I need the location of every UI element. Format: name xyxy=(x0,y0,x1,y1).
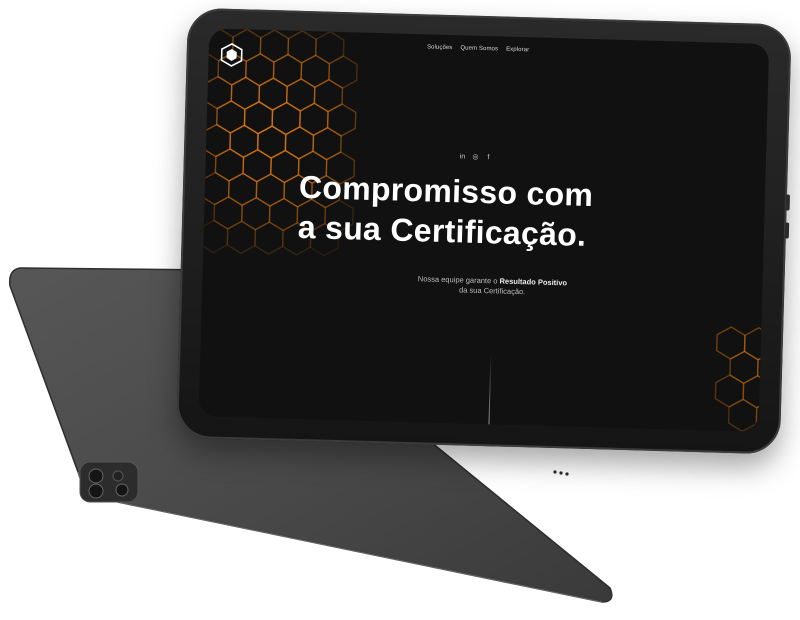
subtitle-part-2: da sua Certificação. xyxy=(458,285,526,297)
hexagon-cell xyxy=(271,101,301,136)
hexagon-cell xyxy=(299,102,329,137)
hexagon-cell xyxy=(312,126,342,161)
instagram-icon[interactable]: ◎ xyxy=(472,154,479,161)
hexagon-cell xyxy=(241,196,271,231)
subtitle-bold: Resultado Positivo xyxy=(499,276,568,288)
hexagon-cell xyxy=(284,126,315,160)
hexagon-cell xyxy=(300,54,331,89)
hexagon-cell xyxy=(255,173,286,207)
hexagon-cell xyxy=(214,148,245,182)
hexagon-cell xyxy=(229,124,259,159)
hexagon-cell xyxy=(326,103,357,137)
hexagon-cell xyxy=(270,149,300,184)
hexagon-cell xyxy=(287,30,317,64)
hexagon-cell xyxy=(258,77,288,111)
facebook-icon[interactable]: f xyxy=(485,154,492,161)
hexagon-cell xyxy=(716,326,746,360)
nav-item-solucoes[interactable]: Soluções xyxy=(427,44,453,51)
hexagon-cell xyxy=(272,53,303,88)
hexagon-cell xyxy=(256,125,287,159)
hexagon-cell xyxy=(729,350,759,385)
logo-icon[interactable] xyxy=(220,43,243,68)
scene: Soluções Quem Somos Explorar in ◎ f Comp… xyxy=(0,0,800,620)
hexagon-cell xyxy=(714,374,745,408)
hexagon-cell xyxy=(328,55,358,89)
hexagon-cell xyxy=(226,220,257,255)
hexagon-cell xyxy=(230,76,261,111)
side-buttons xyxy=(784,194,790,250)
hexagon-cell xyxy=(213,196,243,230)
camera-module xyxy=(79,461,139,503)
hexagon-cell xyxy=(243,100,274,135)
nav-item-explorar[interactable]: Explorar xyxy=(506,47,529,54)
hexagon-cell xyxy=(245,52,275,87)
hexagon-cell xyxy=(254,221,284,255)
nav-item-quem-somos[interactable]: Quem Somos xyxy=(460,45,498,52)
hexagon-cell xyxy=(201,123,232,158)
hexagon-cell xyxy=(285,78,316,112)
subtitle-part-1: Nossa equipe garante o xyxy=(417,274,500,286)
hexagon-cell xyxy=(227,172,258,207)
hexagon-cell xyxy=(314,30,345,65)
hexagon-cell xyxy=(259,29,290,63)
hexagon-cell xyxy=(200,171,230,206)
hexagon-cell xyxy=(202,75,233,110)
hexagon-cell xyxy=(242,148,272,183)
hexagon-cell xyxy=(216,100,246,134)
hexagon-cell xyxy=(313,78,344,113)
linkedin-icon[interactable]: in xyxy=(459,153,466,160)
tablet-screen: Soluções Quem Somos Explorar in ◎ f Comp… xyxy=(198,28,770,432)
social-links: in ◎ f xyxy=(459,153,492,161)
hexagon-cell xyxy=(198,219,229,254)
hexagon-cell xyxy=(268,197,299,232)
hexagon-cell xyxy=(727,398,758,432)
hero-headline: Compromisso com a sua Certificação. xyxy=(297,167,719,259)
front-tablet: Soluções Quem Somos Explorar in ◎ f Comp… xyxy=(175,7,792,455)
